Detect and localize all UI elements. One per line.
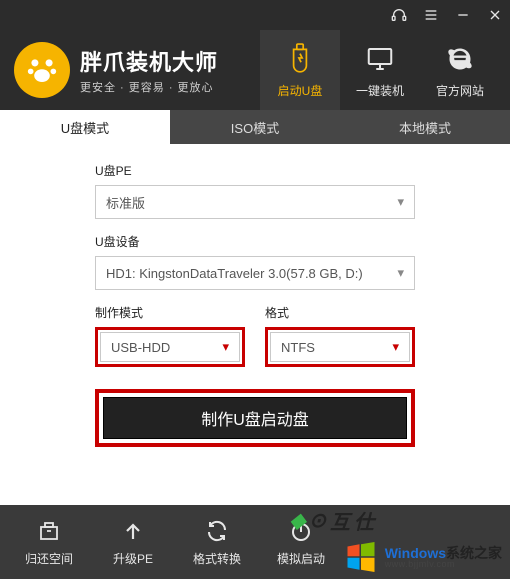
nav-label: 官方网站 xyxy=(436,82,484,99)
monitor-icon xyxy=(363,42,397,76)
format-label: 格式 xyxy=(265,304,415,321)
nav-label: 一键装机 xyxy=(356,82,404,99)
format-highlight: NTFS ▾ xyxy=(265,327,415,367)
mode-value: USB-HDD xyxy=(111,340,170,355)
nav-usb-boot[interactable]: 启动U盘 xyxy=(260,30,340,110)
box-icon xyxy=(36,518,62,544)
titlebar xyxy=(0,0,510,30)
format-select[interactable]: NTFS ▾ xyxy=(270,332,410,362)
tab-usb[interactable]: U盘模式 xyxy=(0,110,170,144)
bottom-label: 归还空间 xyxy=(25,550,73,567)
bottom-format-convert[interactable]: 格式转换 xyxy=(178,518,256,567)
bottom-label: 升级PE xyxy=(113,550,153,567)
bottom-bar: 归还空间 升级PE 格式转换 模拟启动 ◆ ⊙ 互 仕 xyxy=(0,505,510,579)
logo: 胖爪装机大师 更安全 · 更容易 · 更放心 xyxy=(14,42,218,98)
usb-shield-icon xyxy=(283,42,317,76)
pe-label: U盘PE xyxy=(95,162,415,179)
main-nav: 启动U盘 一键装机 官方网站 xyxy=(260,30,500,110)
minimize-icon[interactable] xyxy=(454,6,472,24)
nav-website[interactable]: 官方网站 xyxy=(420,30,500,110)
create-usb-button[interactable]: 制作U盘启动盘 xyxy=(103,397,407,439)
ie-icon xyxy=(443,42,477,76)
bottom-label: 模拟启动 xyxy=(277,550,325,567)
mode-select[interactable]: USB-HDD ▾ xyxy=(100,332,240,362)
menu-icon[interactable] xyxy=(422,6,440,24)
close-icon[interactable] xyxy=(486,6,504,24)
brand-title: 胖爪装机大师 xyxy=(80,45,218,77)
bottom-label: 格式转换 xyxy=(193,550,241,567)
device-value: HD1: KingstonDataTraveler 3.0(57.8 GB, D… xyxy=(106,266,363,281)
paw-icon xyxy=(14,42,70,98)
content: U盘PE 标准版 ▾ U盘设备 HD1: KingstonDataTravele… xyxy=(0,144,510,505)
decorative-graphic: ◆ ⊙ 互 仕 xyxy=(290,506,374,535)
tab-local[interactable]: 本地模式 xyxy=(340,110,510,144)
refresh-icon xyxy=(204,518,230,544)
watermark: Windows系统之家 www.bjjmlv.com xyxy=(339,537,506,577)
windows-icon xyxy=(343,539,379,575)
bottom-upgrade-pe[interactable]: 升级PE xyxy=(94,518,172,567)
pe-select[interactable]: 标准版 ▾ xyxy=(95,185,415,219)
nav-one-click[interactable]: 一键装机 xyxy=(340,30,420,110)
headset-icon[interactable] xyxy=(390,6,408,24)
chevron-down-icon: ▾ xyxy=(397,194,404,210)
nav-label: 启动U盘 xyxy=(278,82,323,99)
format-value: NTFS xyxy=(281,340,315,355)
mode-highlight: USB-HDD ▾ xyxy=(95,327,245,367)
tab-iso[interactable]: ISO模式 xyxy=(170,110,340,144)
arrow-up-icon xyxy=(120,518,146,544)
device-select[interactable]: HD1: KingstonDataTraveler 3.0(57.8 GB, D… xyxy=(95,256,415,290)
header: 胖爪装机大师 更安全 · 更容易 · 更放心 启动U盘 一键装机 xyxy=(0,30,510,110)
create-button-highlight: 制作U盘启动盘 xyxy=(95,389,415,447)
device-label: U盘设备 xyxy=(95,233,415,250)
watermark-url: www.bjjmlv.com xyxy=(385,560,502,569)
mode-label: 制作模式 xyxy=(95,304,245,321)
bottom-return-space[interactable]: 归还空间 xyxy=(10,518,88,567)
chevron-down-icon: ▾ xyxy=(222,339,229,355)
chevron-down-icon: ▾ xyxy=(392,339,399,355)
mode-tabs: U盘模式 ISO模式 本地模式 xyxy=(0,110,510,144)
chevron-down-icon: ▾ xyxy=(397,265,404,281)
brand-sub: 更安全 · 更容易 · 更放心 xyxy=(80,79,218,95)
pe-value: 标准版 xyxy=(106,193,145,212)
